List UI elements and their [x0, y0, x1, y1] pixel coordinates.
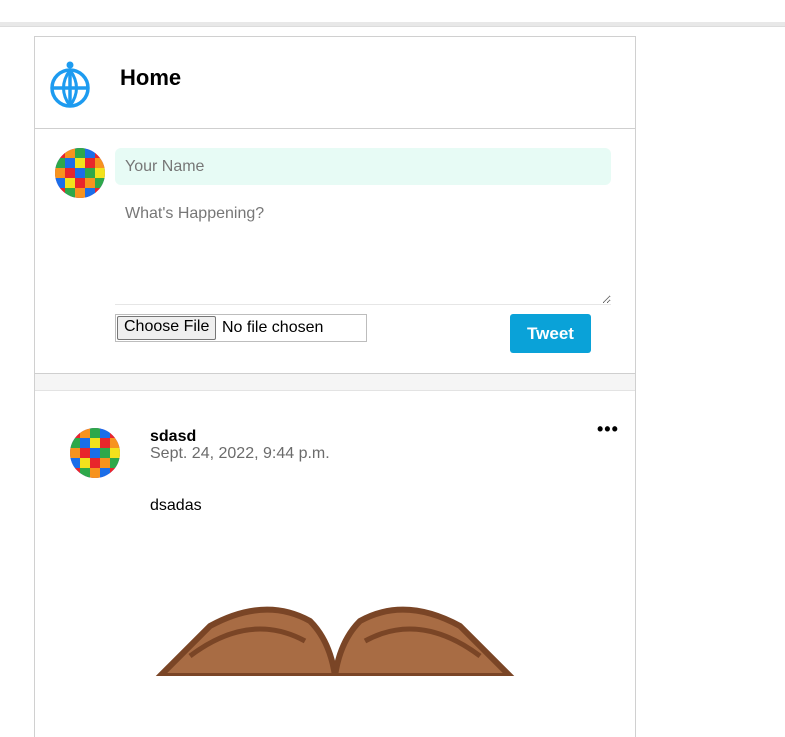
more-dots-icon[interactable]: ••• — [597, 419, 619, 440]
message-input[interactable] — [115, 195, 611, 305]
tweet-timestamp: Sept. 24, 2022, 9:44 p.m. — [150, 445, 330, 462]
name-input[interactable] — [115, 148, 611, 185]
tweet-author: sdasd — [150, 428, 197, 445]
tweet-card: sdasd Sept. 24, 2022, 9:44 p.m. ••• dsad… — [35, 391, 635, 691]
tweet-image — [155, 606, 515, 676]
globe-person-icon[interactable] — [49, 58, 91, 108]
page-title: Home — [120, 65, 182, 90]
choose-file-button[interactable]: Choose File — [117, 316, 217, 340]
page-header: Home — [35, 37, 635, 129]
tweet-composer: Choose File No file chosen Tweet — [35, 129, 635, 374]
tweet-button[interactable]: Tweet — [510, 314, 591, 353]
avatar — [55, 148, 105, 198]
tweet-body: dsadas — [150, 497, 202, 514]
avatar — [70, 428, 120, 478]
feed-column: Home Your Name What's Happening? Choose … — [34, 36, 636, 737]
top-divider — [0, 22, 785, 27]
file-picker[interactable]: Choose File No file chosen — [115, 314, 367, 342]
file-status: No file chosen — [222, 319, 324, 336]
feed-separator — [35, 374, 635, 391]
